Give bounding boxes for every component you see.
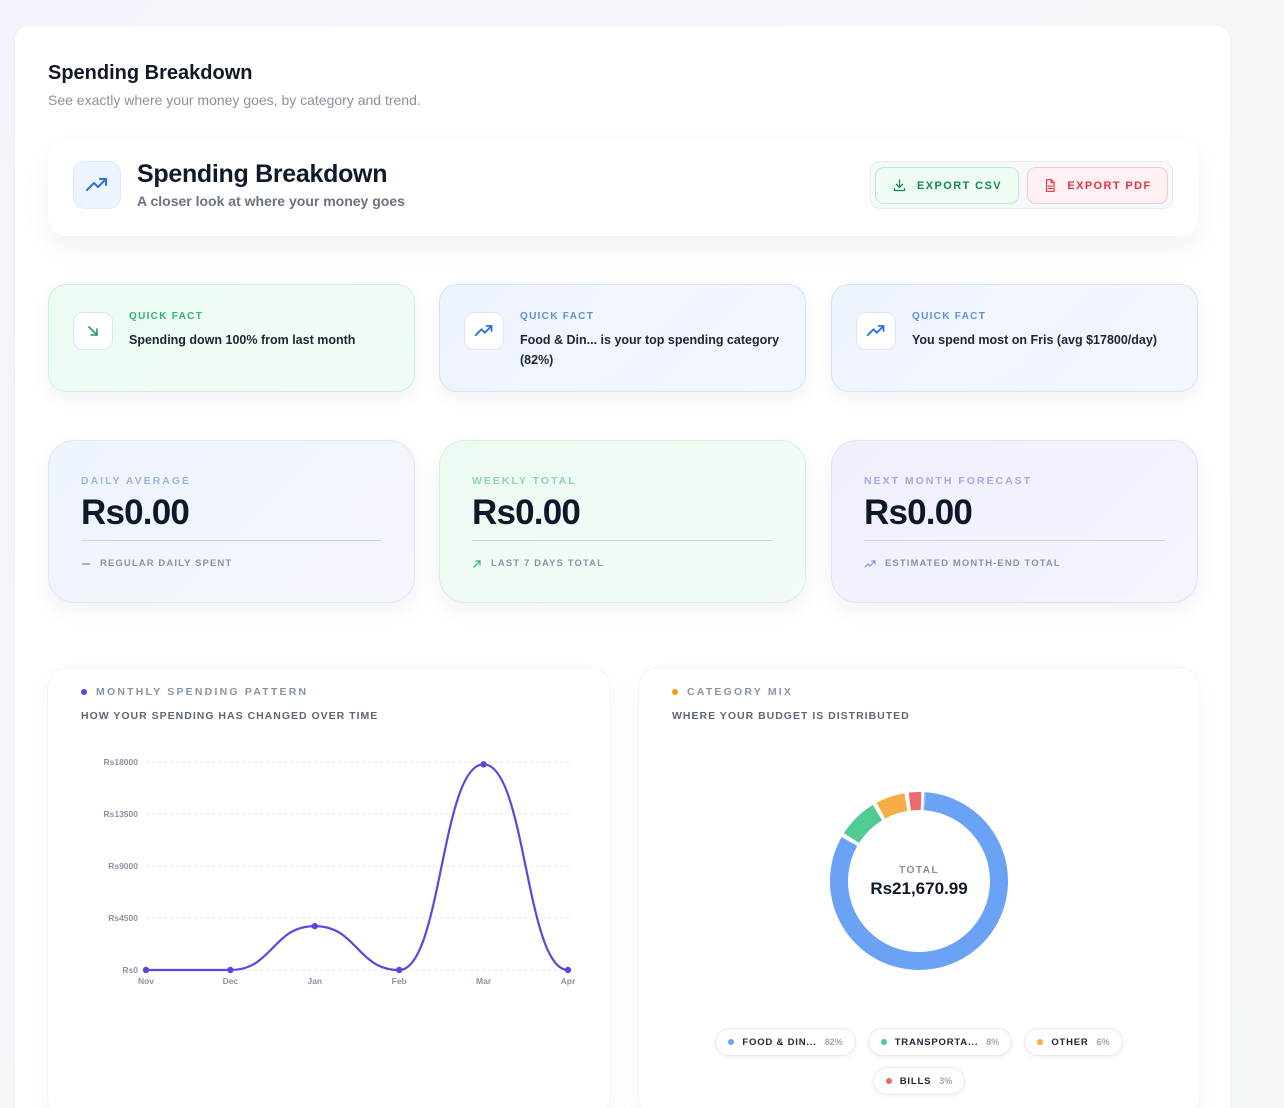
trending-up-icon <box>73 161 121 209</box>
y-tick-label: Rs18000 <box>103 757 138 767</box>
category-mix-card: CATEGORY MIX WHERE YOUR BUDGET IS DISTRI… <box>639 668 1199 1108</box>
quick-fact-card: QUICK FACT You spend most on Fris (avg $… <box>831 284 1198 392</box>
quick-fact-text: You spend most on Fris (avg $17800/day) <box>912 333 1157 347</box>
legend-label: OTHER <box>1051 1036 1089 1048</box>
export-csv-label: EXPORT CSV <box>917 179 1002 192</box>
export-pdf-label: EXPORT PDF <box>1067 179 1152 192</box>
export-csv-button[interactable]: EXPORT CSV <box>875 167 1019 204</box>
trending-up-icon <box>864 559 876 568</box>
legend-dot <box>1037 1039 1044 1045</box>
legend-percent: 6% <box>1096 1037 1110 1047</box>
page-subtitle: See exactly where your money goes, by ca… <box>48 92 421 108</box>
donut-center: TOTAL Rs21,670.99 <box>824 786 1014 976</box>
quick-fact-label: QUICK FACT <box>520 311 595 322</box>
page-title: Spending Breakdown <box>48 62 253 84</box>
stat-label: NEXT MONTH FORECAST <box>864 475 1033 487</box>
legend-dot <box>728 1039 735 1045</box>
hero-header: Spending Breakdown A closer look at wher… <box>48 140 1198 236</box>
stat-card-next-month-forecast: NEXT MONTH FORECAST Rs0.00 ESTIMATED MON… <box>831 440 1198 603</box>
quick-fact-card: QUICK FACT Food & Din... is your top spe… <box>439 284 806 392</box>
category-subtitle: WHERE YOUR BUDGET IS DISTRIBUTED <box>672 710 910 722</box>
chart-legend: FOOD & DIN... 82% TRANSPORTA... 8% OTHER 6% BI… <box>639 1028 1199 1095</box>
category-title: CATEGORY MIX <box>687 686 794 698</box>
section-title: CATEGORY MIX <box>672 686 793 698</box>
legend-percent: 82% <box>824 1037 843 1047</box>
x-tick-label: Nov <box>138 976 154 986</box>
arrow-up-right-icon <box>473 559 481 568</box>
legend-chip[interactable]: TRANSPORTA... 8% <box>867 1028 1013 1056</box>
stat-footnote-text: ESTIMATED MONTH-END TOTAL <box>885 558 1061 569</box>
stat-footnote: ESTIMATED MONTH-END TOTAL <box>864 558 1061 569</box>
minus-icon <box>82 562 90 565</box>
divider <box>864 540 1165 541</box>
file-icon <box>1046 179 1056 192</box>
donut-total-label: TOTAL <box>898 863 940 876</box>
stat-card-weekly-total: WEEKLY TOTAL Rs0.00 LAST 7 DAYS TOTAL <box>439 440 806 603</box>
stat-label: DAILY AVERAGE <box>81 475 192 487</box>
data-point[interactable] <box>564 966 572 974</box>
x-tick-label: Mar <box>476 976 492 986</box>
legend-chip[interactable]: OTHER 6% <box>1024 1028 1123 1056</box>
stat-footnote: LAST 7 DAYS TOTAL <box>472 558 604 569</box>
quick-fact-card: QUICK FACT Spending down 100% from last … <box>48 284 415 392</box>
legend-chip[interactable]: FOOD & DIN... 82% <box>715 1028 856 1056</box>
trending-up-icon <box>856 312 896 350</box>
stat-value: Rs0.00 <box>472 493 581 532</box>
legend-label: FOOD & DIN... <box>742 1036 817 1048</box>
hero-title: Spending Breakdown <box>137 160 388 188</box>
download-icon <box>893 179 906 192</box>
quick-fact-label: QUICK FACT <box>129 311 204 322</box>
data-point[interactable] <box>311 922 318 930</box>
stat-value: Rs0.00 <box>864 493 973 532</box>
y-tick-label: Rs0 <box>122 965 138 975</box>
stat-footnote-text: LAST 7 DAYS TOTAL <box>491 558 605 569</box>
quick-fact-label: QUICK FACT <box>912 311 987 322</box>
data-point[interactable] <box>227 966 234 974</box>
stat-label: WEEKLY TOTAL <box>472 475 577 487</box>
x-tick-label: Apr <box>561 976 576 986</box>
legend-label: BILLS <box>899 1075 932 1087</box>
trending-up-icon <box>464 312 504 350</box>
y-tick-label: Rs9000 <box>108 861 138 871</box>
divider <box>472 540 773 541</box>
quick-fact-text: Spending down 100% from last month <box>129 333 356 347</box>
bullet-dot <box>672 689 678 695</box>
hero-subtitle: A closer look at where your money goes <box>137 193 405 209</box>
stat-footnote: REGULAR DAILY SPENT <box>81 558 232 569</box>
data-point[interactable] <box>396 966 403 974</box>
quick-fact-text: Food & Din... is your top spending categ… <box>520 333 780 367</box>
stat-value: Rs0.00 <box>81 493 190 532</box>
legend-chip[interactable]: BILLS 3% <box>872 1067 966 1095</box>
stat-card-daily-average: DAILY AVERAGE Rs0.00 REGULAR DAILY SPENT <box>48 440 415 603</box>
legend-label: TRANSPORTA... <box>894 1036 979 1048</box>
legend-percent: 8% <box>986 1037 1000 1047</box>
trending-down-icon <box>73 312 113 350</box>
divider <box>81 540 382 541</box>
data-point[interactable] <box>142 966 150 974</box>
x-tick-label: Jan <box>307 976 322 986</box>
y-tick-label: Rs13500 <box>103 809 138 819</box>
x-tick-label: Feb <box>392 976 407 986</box>
line-chart: Rs0 Rs4500 Rs9000 Rs13500 Rs18000 Nov Dec Jan Fe… <box>103 757 576 986</box>
legend-dot <box>885 1078 892 1084</box>
series-line <box>146 763 569 972</box>
legend-dot <box>880 1039 887 1045</box>
export-button-group: EXPORT CSV EXPORT PDF <box>870 161 1173 209</box>
x-tick-label: Dec <box>223 976 239 986</box>
data-point[interactable] <box>480 761 487 768</box>
y-tick-label: Rs4500 <box>108 913 138 923</box>
donut-total-value: Rs21,670.99 <box>870 878 968 898</box>
monthly-spending-card: MONTHLY SPENDING PATTERN HOW YOUR SPENDI… <box>48 668 610 1108</box>
export-pdf-button[interactable]: EXPORT PDF <box>1027 167 1168 204</box>
legend-percent: 3% <box>939 1076 953 1086</box>
stat-footnote-text: REGULAR DAILY SPENT <box>100 558 233 569</box>
